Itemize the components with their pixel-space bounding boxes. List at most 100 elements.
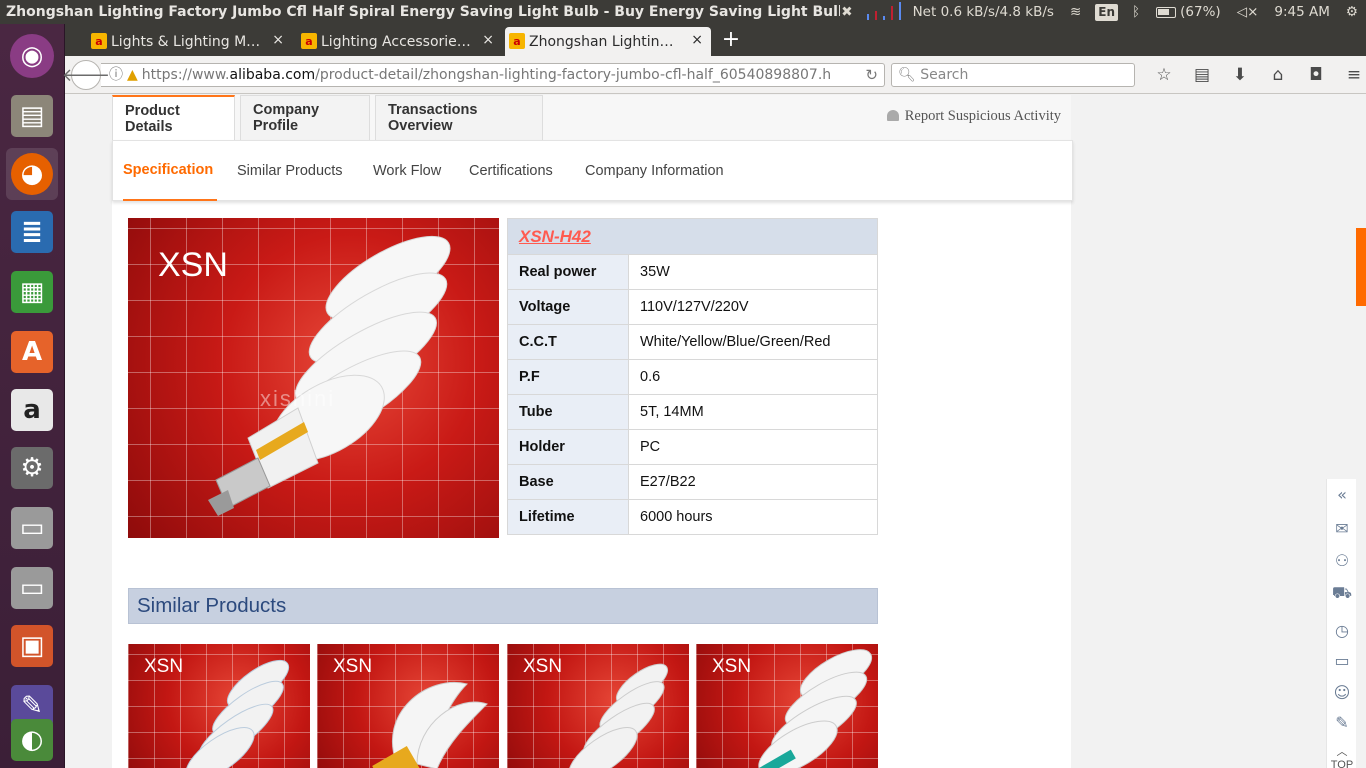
product-tabs: Product Details Company Profile Transact… [112, 95, 1071, 141]
tab-label: Zhongshan Lightin… [529, 33, 674, 50]
close-tab-icon[interactable]: × [272, 32, 284, 48]
scrollbar-thumb[interactable] [1356, 228, 1366, 306]
close-tab-icon[interactable]: × [482, 32, 494, 48]
user-icon[interactable]: ⚇ [1327, 551, 1357, 570]
url-path: /product-detail/zhongshan-lighting-facto… [315, 67, 832, 83]
spec-value: 0.6 [628, 359, 878, 395]
cart-icon[interactable]: ⛟ [1327, 583, 1357, 604]
tab-product-details[interactable]: Product Details [112, 95, 235, 141]
battery-icon [1156, 6, 1177, 18]
similar-products-heading: Similar Products [128, 588, 878, 624]
bulb-illustration [185, 659, 290, 768]
downloads-icon[interactable]: ⬇ [1221, 62, 1259, 88]
net-speed[interactable]: Net 0.6 kB/s/4.8 kB/s [905, 0, 1062, 24]
search-placeholder: Search [920, 67, 969, 83]
spec-row: C.C.T White/Yellow/Blue/Green/Red [507, 324, 878, 360]
back-to-top-button[interactable]: ︿ TOP [1327, 743, 1357, 768]
feedback-icon[interactable]: ☺ [1327, 683, 1357, 702]
tab-company-profile[interactable]: Company Profile [240, 95, 370, 140]
chat-icon[interactable]: ▭ [1327, 651, 1357, 670]
system-load-graph[interactable] [865, 2, 905, 22]
reload-icon[interactable]: ↻ [865, 64, 878, 86]
pocket-icon[interactable]: ◘ [1297, 62, 1335, 88]
similar-product-thumb[interactable]: XSN [696, 644, 878, 768]
report-suspicious-link[interactable]: Report Suspicious Activity [886, 108, 1061, 125]
subtab-certifications[interactable]: Certifications [469, 141, 553, 201]
drive-icon[interactable]: ▭ [6, 502, 58, 554]
bookmark-star-icon[interactable]: ☆ [1145, 62, 1183, 88]
clock[interactable]: 9:45 AM [1266, 0, 1338, 24]
model-cell: XSN-H42 [507, 218, 878, 255]
product-image[interactable]: XSN xishini [128, 218, 499, 538]
drive-icon-2[interactable]: ▭ [6, 562, 58, 614]
tab-lights-lighting[interactable]: a Lights & Lighting M… × [87, 27, 292, 56]
url-bar[interactable]: ⓘ ▲ https://www.alibaba.com/product-detail… [101, 63, 885, 87]
window-title: Zhongshan Lighting Factory Jumbo Cfl Hal… [6, 4, 840, 20]
volume-muted-icon[interactable]: ◁× [1229, 0, 1267, 24]
report-label: Report Suspicious Activity [904, 108, 1061, 124]
subtab-specification[interactable]: Specification [123, 141, 217, 201]
libreoffice-calc-icon[interactable]: ▦ [6, 266, 58, 318]
history-clock-icon[interactable]: ◷ [1327, 621, 1357, 640]
bell-icon [886, 110, 899, 121]
navigation-toolbar: ⓘ ▲ https://www.alibaba.com/product-detail… [62, 56, 1366, 94]
web-page: Product Details Company Profile Transact… [65, 95, 1356, 768]
spec-row: Tube 5T, 14MM [507, 394, 878, 430]
bulb-illustration [756, 649, 873, 768]
keyboard-layout[interactable]: En [1095, 3, 1119, 21]
top-panel: Zhongshan Lighting Factory Jumbo Cfl Hal… [0, 0, 1366, 24]
battery-indicator[interactable]: (67%) [1148, 0, 1229, 24]
wifi-icon[interactable]: ≋ [1062, 0, 1089, 24]
dropbox-icon[interactable]: ✖ [833, 0, 860, 24]
reading-list-icon[interactable]: ▤ [1183, 62, 1221, 88]
settings-gear-icon[interactable]: ⚙ [1338, 0, 1366, 24]
subtab-similar-products[interactable]: Similar Products [237, 141, 343, 201]
spec-value: 110V/127V/220V [628, 289, 878, 325]
tab-transactions-overview[interactable]: Transactions Overview [375, 95, 543, 140]
subtab-company-information[interactable]: Company Information [585, 141, 724, 201]
back-button[interactable]: 🡐 [62, 60, 110, 90]
edit-icon[interactable]: ✎ [1327, 713, 1357, 732]
model-link[interactable]: XSN-H42 [519, 227, 591, 246]
alibaba-favicon: a [91, 33, 107, 49]
alibaba-favicon: a [509, 33, 525, 49]
collapse-icon[interactable]: « [1327, 485, 1357, 504]
files-icon[interactable]: ▤ [6, 90, 58, 142]
close-tab-icon[interactable]: × [691, 32, 703, 48]
firefox-icon[interactable]: ◕ [6, 148, 58, 200]
trash-icon[interactable]: ◐ [6, 714, 58, 766]
libreoffice-writer-icon[interactable]: ≣ [6, 206, 58, 258]
amazon-icon[interactable]: a [6, 384, 58, 436]
home-icon[interactable]: ⌂ [1259, 62, 1297, 88]
mail-icon[interactable]: ✉ [1327, 519, 1357, 538]
spiral-bulb-illustration [208, 235, 451, 516]
spec-value: 35W [628, 254, 878, 290]
similar-product-thumb[interactable]: XSN [128, 644, 310, 768]
bluetooth-icon[interactable]: ᛒ [1124, 0, 1148, 24]
spec-key: Lifetime [507, 499, 629, 535]
product-content: Product Details Company Profile Transact… [112, 95, 1073, 768]
software-center-icon[interactable]: A [6, 326, 58, 378]
spec-key: Holder [507, 429, 629, 465]
subtab-work-flow[interactable]: Work Flow [373, 141, 441, 201]
libreoffice-impress-icon[interactable]: ▣ [6, 620, 58, 672]
ubuntu-dash-icon[interactable]: ◉ [6, 30, 58, 82]
floating-toolbar: « ✉ ⚇ ⛟ ◷ ▭ ☺ ✎ ︿ TOP [1326, 479, 1356, 768]
tab-zhongshan-lighting[interactable]: a Zhongshan Lightin… × [505, 27, 711, 56]
watermark: xishini [260, 386, 336, 411]
spec-value: 6000 hours [628, 499, 878, 535]
new-tab-button[interactable]: + [716, 27, 746, 52]
search-input[interactable]: 🔍︎ Search [891, 63, 1135, 87]
tab-label: Lights & Lighting M… [111, 33, 261, 50]
tab-lighting-accessories[interactable]: a Lighting Accessorie… × [297, 27, 502, 56]
menu-icon[interactable]: ≡ [1335, 62, 1366, 88]
info-icon[interactable]: ⓘ [109, 67, 123, 83]
alibaba-favicon: a [301, 33, 317, 49]
similar-product-thumb[interactable]: XSN [317, 644, 499, 768]
page-scrollbar[interactable] [1356, 95, 1366, 768]
system-settings-icon[interactable]: ⚙ [6, 442, 58, 494]
spec-row: Lifetime 6000 hours [507, 499, 878, 535]
specification-table: XSN-H42 Real power 35W Voltage 110V/127V/2… [507, 218, 878, 535]
spec-key: C.C.T [507, 324, 629, 360]
similar-product-thumb[interactable]: XSN [507, 644, 689, 768]
